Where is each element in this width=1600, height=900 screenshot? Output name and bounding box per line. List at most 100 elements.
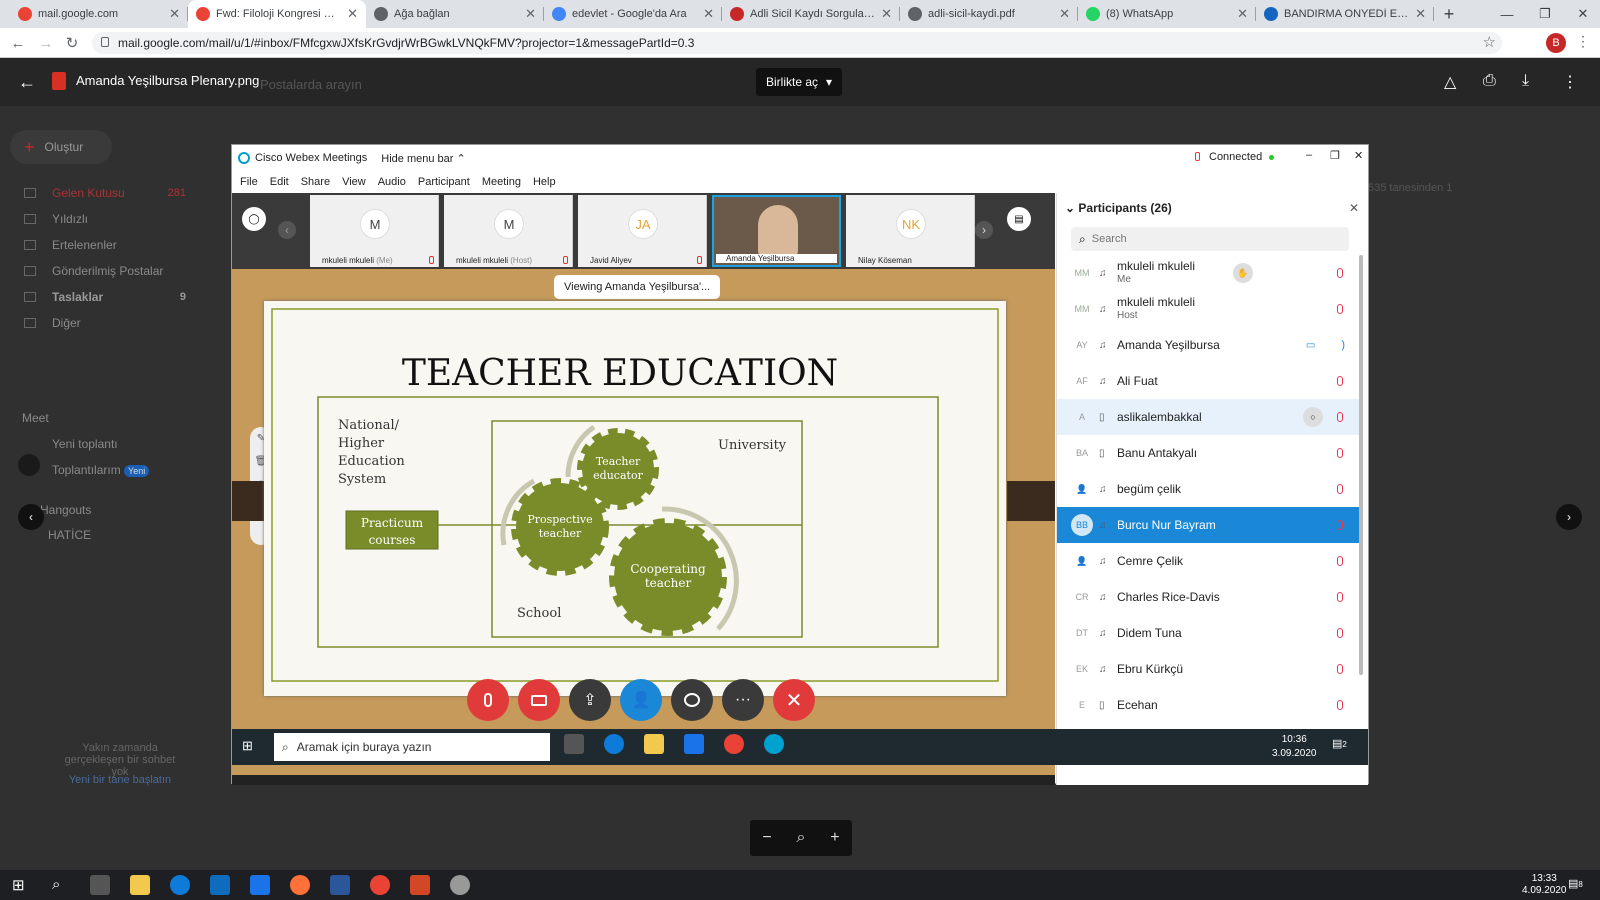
muted-mic-icon[interactable]: [1337, 556, 1343, 566]
share-button[interactable]: ⇪: [569, 679, 611, 721]
leave-meeting-button[interactable]: ✕: [773, 679, 815, 721]
calendar-icon[interactable]: ▤: [1007, 207, 1031, 231]
participant-row-8[interactable]: 👤 ♫ Cemre Çelik: [1057, 543, 1361, 579]
profile-avatar[interactable]: B: [1546, 33, 1566, 53]
video-thumbnail-2[interactable]: JA Javid Aliyev: [578, 195, 707, 267]
new-tab-button[interactable]: +: [1434, 0, 1464, 28]
stop-video-button[interactable]: [518, 679, 560, 721]
mail-icon[interactable]: [250, 875, 270, 895]
participant-row-9[interactable]: CR ♫ Charles Rice-Davis: [1057, 579, 1361, 615]
task-view-icon[interactable]: [564, 734, 584, 754]
video-thumbnail-4[interactable]: NK Nilay Köseman: [846, 195, 975, 267]
print-icon[interactable]: ⎙: [1483, 72, 1496, 90]
more-options-icon[interactable]: ⋮: [1562, 72, 1578, 92]
previous-arrow-icon[interactable]: ‹: [18, 504, 44, 530]
close-viewer-arrow-icon[interactable]: ←: [18, 72, 36, 93]
hangouts-start-link[interactable]: Yeni bir tane başlatın: [55, 774, 185, 786]
muted-mic-icon[interactable]: [1337, 268, 1343, 278]
thumbs-prev-icon[interactable]: ‹: [278, 221, 296, 239]
muted-mic-icon[interactable]: [1337, 664, 1343, 674]
close-window-icon[interactable]: ✕: [1566, 0, 1600, 28]
menu-participant[interactable]: Participant: [418, 176, 470, 188]
windows-start-icon[interactable]: ⊞: [242, 739, 256, 753]
edge-icon[interactable]: [170, 875, 190, 895]
hangouts-user[interactable]: HATİCE: [48, 528, 91, 542]
gmail-folder-4[interactable]: Taslaklar 9: [0, 284, 200, 310]
add-to-drive-icon[interactable]: △: [1444, 72, 1456, 92]
tab-close-icon[interactable]: ✕: [525, 6, 536, 22]
mute-button[interactable]: [467, 679, 509, 721]
participant-row-0[interactable]: MM ♫ mkuleli mkuleli Me ✋: [1057, 255, 1361, 291]
start-icon[interactable]: ⊞: [12, 876, 25, 894]
windows-search-box[interactable]: ⌕ Aramak için buraya yazın: [274, 733, 550, 761]
video-thumbnail-0[interactable]: Mmkuleli mkuleli (Me): [310, 195, 439, 267]
remote-notification-icon[interactable]: ▤2: [1332, 737, 1347, 750]
browser-tab-0[interactable]: mail.google.com ✕: [10, 0, 188, 28]
chrome-icon[interactable]: [370, 875, 390, 895]
panel-scrollbar[interactable]: [1359, 255, 1363, 675]
task-view-icon[interactable]: [90, 875, 110, 895]
participant-search-input[interactable]: [1091, 233, 1332, 245]
raise-hand-icon[interactable]: ✋: [1233, 263, 1253, 283]
participant-row-12[interactable]: E ▯ Ecehan: [1057, 687, 1361, 723]
video-thumbnail-1[interactable]: Mmkuleli mkuleli (Host): [444, 195, 573, 267]
mail-icon[interactable]: [684, 734, 704, 754]
browser-tab-1[interactable]: Fwd: Filoloji Kongresi metin ✕: [188, 0, 366, 28]
gmail-folder-0[interactable]: Gelen Kutusu 281: [0, 180, 200, 206]
muted-mic-icon[interactable]: [1337, 376, 1343, 386]
powerpoint-icon[interactable]: [410, 875, 430, 895]
participant-row-4[interactable]: A ▯ aslikalembakkal ○: [1057, 399, 1361, 435]
browser-tab-4[interactable]: Adli Sicil Kaydı Sorgulama ✕: [722, 0, 900, 28]
download-icon[interactable]: ⤓: [1522, 72, 1529, 90]
bookmark-star-icon[interactable]: ☆: [1483, 33, 1496, 51]
reload-icon[interactable]: ↻: [62, 33, 82, 53]
menu-help[interactable]: Help: [533, 176, 556, 188]
muted-mic-icon[interactable]: [1337, 700, 1343, 710]
more-button[interactable]: ···: [722, 679, 764, 721]
meet-my-meetings[interactable]: Toplantılarım Yeni: [52, 463, 150, 477]
gmail-folder-5[interactable]: Diğer: [0, 310, 200, 336]
zoom-in-icon[interactable]: +: [830, 829, 839, 847]
browser-tab-2[interactable]: Ağa bağlan ✕: [366, 0, 544, 28]
tab-close-icon[interactable]: ✕: [347, 6, 358, 22]
participants-button[interactable]: 👤: [620, 679, 662, 721]
next-arrow-icon[interactable]: ›: [1556, 504, 1582, 530]
muted-mic-icon[interactable]: [1337, 520, 1343, 530]
minimize-window-icon[interactable]: —: [1490, 0, 1524, 28]
store-icon[interactable]: [210, 875, 230, 895]
chat-bubble-icon[interactable]: ○: [1303, 407, 1323, 427]
gmail-folder-3[interactable]: Gönderilmiş Postalar: [0, 258, 200, 284]
menu-edit[interactable]: Edit: [270, 176, 289, 188]
participant-row-5[interactable]: BA ▯ Banu Antakyalı: [1057, 435, 1361, 471]
menu-file[interactable]: File: [240, 176, 258, 188]
back-arrow-icon[interactable]: ←: [8, 33, 28, 53]
forward-arrow-icon[interactable]: →: [36, 33, 56, 53]
muted-mic-icon[interactable]: [1337, 484, 1343, 494]
webex-taskbar-icon[interactable]: [764, 734, 784, 754]
muted-mic-icon[interactable]: [1337, 304, 1343, 314]
search-icon[interactable]: ⌕: [52, 876, 60, 893]
maximize-window-icon[interactable]: ❐: [1528, 0, 1562, 28]
panel-close-icon[interactable]: ✕: [1349, 201, 1359, 215]
edge-icon[interactable]: [604, 734, 624, 754]
webex-restore-icon[interactable]: ❐: [1330, 149, 1340, 162]
firefox-icon[interactable]: [290, 875, 310, 895]
participant-row-7[interactable]: BB ♫ Burcu Nur Bayram: [1057, 507, 1361, 543]
gmail-folder-1[interactable]: Yıldızlı: [0, 206, 200, 232]
hide-menu-bar-button[interactable]: Hide menu bar ⌃: [381, 152, 465, 165]
zoom-out-icon[interactable]: −: [762, 829, 771, 847]
compose-button[interactable]: + Oluştur: [10, 130, 112, 164]
notification-center-icon[interactable]: ▤8: [1568, 877, 1583, 890]
participant-search-box[interactable]: ⌕: [1071, 227, 1349, 251]
tab-close-icon[interactable]: ✕: [1415, 6, 1426, 22]
tab-close-icon[interactable]: ✕: [881, 6, 892, 22]
address-bar[interactable]: mail.google.com/mail/u/1/#inbox/FMfcgxwJ…: [92, 32, 1502, 54]
word-icon[interactable]: [330, 875, 350, 895]
chrome-icon[interactable]: [724, 734, 744, 754]
meet-new-meeting[interactable]: Yeni toplantı: [52, 437, 118, 451]
open-with-button[interactable]: Birlikte aç ▾: [756, 68, 843, 96]
muted-mic-icon[interactable]: [1337, 448, 1343, 458]
browser-tab-5[interactable]: adli-sicil-kaydi.pdf ✕: [900, 0, 1078, 28]
muted-mic-icon[interactable]: [1337, 592, 1343, 602]
tab-close-icon[interactable]: ✕: [169, 6, 180, 22]
